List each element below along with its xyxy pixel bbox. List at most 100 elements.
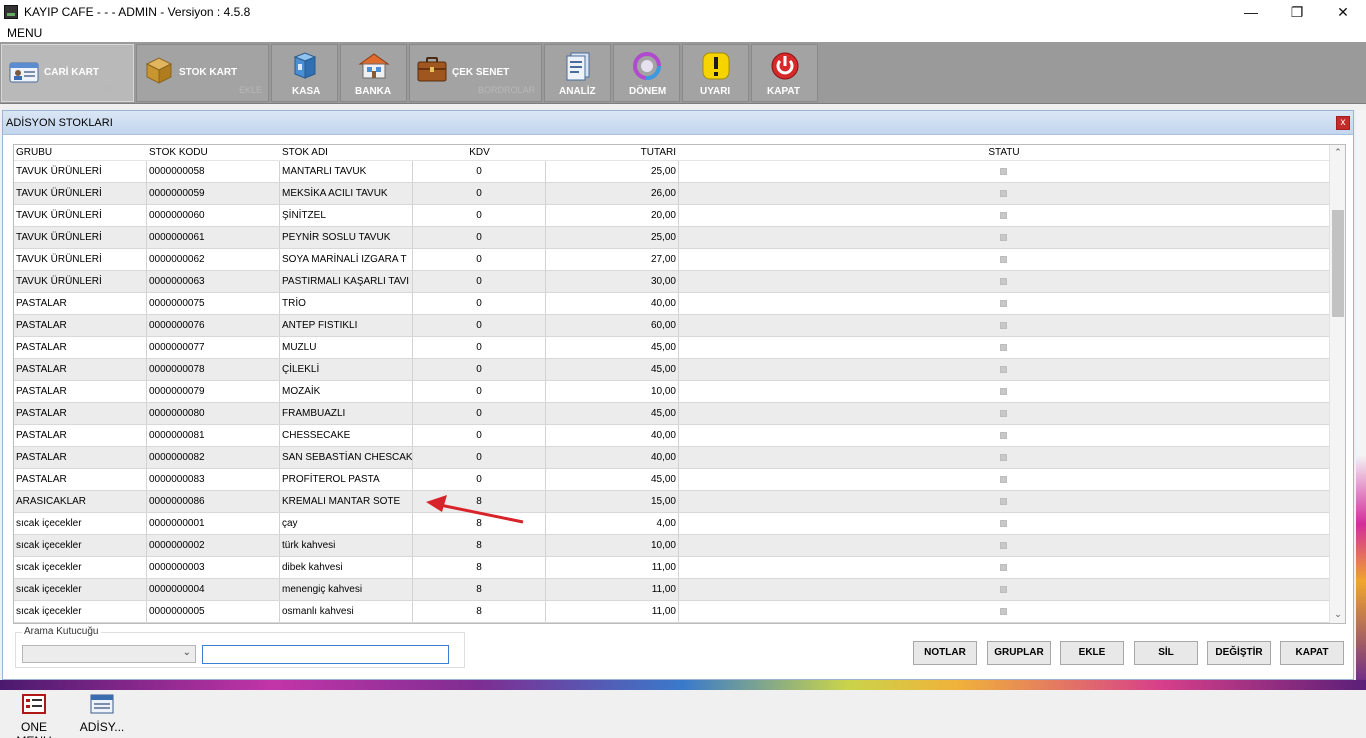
cell-kdv[interactable]: 8 bbox=[413, 513, 546, 534]
cell-grubu[interactable]: TAVUK ÜRÜNLERİ bbox=[14, 161, 147, 182]
cell-tutari[interactable]: 10,00 bbox=[546, 535, 679, 556]
scroll-up-icon[interactable]: ⌃ bbox=[1330, 147, 1345, 158]
cell-grubu[interactable]: PASTALAR bbox=[14, 425, 147, 446]
close-window-button[interactable]: ✕ bbox=[1320, 0, 1366, 24]
cell-kdv[interactable]: 0 bbox=[413, 381, 546, 402]
cell-stok-adi[interactable]: KREMALI MANTAR SOTE bbox=[280, 491, 413, 512]
cell-tutari[interactable]: 11,00 bbox=[546, 579, 679, 600]
scroll-down-icon[interactable]: ⌄ bbox=[1330, 609, 1345, 620]
status-checkbox[interactable] bbox=[1000, 168, 1007, 175]
column-header-stok-kodu[interactable]: STOK KODU bbox=[147, 145, 280, 161]
cell-kdv[interactable]: 0 bbox=[413, 359, 546, 380]
taskbar-item-adisyon[interactable]: ADİSY... bbox=[78, 694, 126, 734]
cell-kdv[interactable]: 0 bbox=[413, 469, 546, 490]
cell-stok-kodu[interactable]: 0000000080 bbox=[147, 403, 280, 424]
toolbar-kapat-button[interactable]: KAPAT bbox=[751, 44, 818, 102]
cell-stok-kodu[interactable]: 0000000002 bbox=[147, 535, 280, 556]
toolbar-cek-senet-button[interactable]: ÇEK SENET BORDROLAR bbox=[409, 44, 542, 102]
cell-kdv[interactable]: 8 bbox=[413, 557, 546, 578]
cell-tutari[interactable]: 40,00 bbox=[546, 425, 679, 446]
cell-grubu[interactable]: sıcak içecekler bbox=[14, 601, 147, 622]
cell-stok-kodu[interactable]: 0000000005 bbox=[147, 601, 280, 622]
toolbar-donem-button[interactable]: DÖNEM bbox=[613, 44, 680, 102]
status-checkbox[interactable] bbox=[1000, 234, 1007, 241]
cell-kdv[interactable]: 0 bbox=[413, 293, 546, 314]
cell-stok-kodu[interactable]: 0000000062 bbox=[147, 249, 280, 270]
status-checkbox[interactable] bbox=[1000, 278, 1007, 285]
cell-stok-kodu[interactable]: 0000000086 bbox=[147, 491, 280, 512]
column-header-tutari[interactable]: TUTARI bbox=[546, 145, 679, 161]
table-row[interactable]: TAVUK ÜRÜNLERİ 0000000063 PASTIRMALI KAŞAR… bbox=[14, 271, 1330, 293]
cell-grubu[interactable]: PASTALAR bbox=[14, 315, 147, 336]
status-checkbox[interactable] bbox=[1000, 542, 1007, 549]
table-row[interactable]: PASTALAR 0000000082 SAN SEBASTİAN CHESCAKI… bbox=[14, 447, 1330, 469]
menu-item-menu[interactable]: MENU bbox=[7, 26, 42, 40]
table-row[interactable]: PASTALAR 0000000081 CHESSECAKE 0 40,00 bbox=[14, 425, 1330, 447]
cell-grubu[interactable]: PASTALAR bbox=[14, 293, 147, 314]
toolbar-stok-kart-button[interactable]: STOK KART EKLE bbox=[136, 44, 269, 102]
cell-kdv[interactable]: 0 bbox=[413, 161, 546, 182]
panel-close-button[interactable]: x bbox=[1336, 116, 1350, 130]
cell-kdv[interactable]: 8 bbox=[413, 579, 546, 600]
cell-kdv[interactable]: 0 bbox=[413, 447, 546, 468]
cell-grubu[interactable]: PASTALAR bbox=[14, 359, 147, 380]
cell-stok-adi[interactable]: osmanlı kahvesi bbox=[280, 601, 413, 622]
cell-stok-kodu[interactable]: 0000000079 bbox=[147, 381, 280, 402]
cell-tutari[interactable]: 26,00 bbox=[546, 183, 679, 204]
status-checkbox[interactable] bbox=[1000, 212, 1007, 219]
cell-kdv[interactable]: 0 bbox=[413, 227, 546, 248]
table-row[interactable]: sıcak içecekler 0000000004 menengiç kahves… bbox=[14, 579, 1330, 601]
column-header-grubu[interactable]: GRUBU bbox=[14, 145, 147, 161]
cell-stok-adi[interactable]: TRİO bbox=[280, 293, 413, 314]
toolbar-cari-kart-button[interactable]: CARİ KART EKLE bbox=[1, 44, 134, 102]
table-row[interactable]: sıcak içecekler 0000000005 osmanlı kahvesi… bbox=[14, 601, 1330, 623]
table-row[interactable]: PASTALAR 0000000078 ÇİLEKLİ 0 45,00 bbox=[14, 359, 1330, 381]
cell-stok-kodu[interactable]: 0000000059 bbox=[147, 183, 280, 204]
toolbar-uyari-button[interactable]: UYARI bbox=[682, 44, 749, 102]
cell-stok-kodu[interactable]: 0000000061 bbox=[147, 227, 280, 248]
cell-tutari[interactable]: 15,00 bbox=[546, 491, 679, 512]
degistir-button[interactable]: DEĞİŞTİR bbox=[1207, 641, 1271, 665]
status-checkbox[interactable] bbox=[1000, 256, 1007, 263]
column-header-stok-adi[interactable]: STOK ADI bbox=[280, 145, 413, 161]
status-checkbox[interactable] bbox=[1000, 322, 1007, 329]
ekle-button[interactable]: EKLE bbox=[1060, 641, 1124, 665]
cell-kdv[interactable]: 8 bbox=[413, 535, 546, 556]
table-row[interactable]: PASTALAR 0000000083 PROFİTEROL PASTA 0 45,00 bbox=[14, 469, 1330, 491]
cell-grubu[interactable]: sıcak içecekler bbox=[14, 513, 147, 534]
status-checkbox[interactable] bbox=[1000, 410, 1007, 417]
status-checkbox[interactable] bbox=[1000, 366, 1007, 373]
status-checkbox[interactable] bbox=[1000, 388, 1007, 395]
status-checkbox[interactable] bbox=[1000, 476, 1007, 483]
cell-grubu[interactable]: PASTALAR bbox=[14, 337, 147, 358]
cell-kdv[interactable]: 0 bbox=[413, 183, 546, 204]
cell-stok-kodu[interactable]: 0000000003 bbox=[147, 557, 280, 578]
grid-vertical-scrollbar[interactable]: ⌃ ⌄ bbox=[1329, 145, 1345, 623]
maximize-button[interactable]: ❐ bbox=[1274, 0, 1320, 24]
minimize-button[interactable]: — bbox=[1228, 0, 1274, 24]
cell-kdv[interactable]: 0 bbox=[413, 337, 546, 358]
table-row[interactable]: TAVUK ÜRÜNLERİ 0000000062 SOYA MARİNALİ IZ… bbox=[14, 249, 1330, 271]
cell-stok-adi[interactable]: MEKSİKA ACILI TAVUK bbox=[280, 183, 413, 204]
cell-grubu[interactable]: sıcak içecekler bbox=[14, 535, 147, 556]
table-row[interactable]: ARASICAKLAR 0000000086 KREMALI MANTAR SOTE… bbox=[14, 491, 1330, 513]
cell-stok-kodu[interactable]: 0000000058 bbox=[147, 161, 280, 182]
cell-stok-adi[interactable]: PASTIRMALI KAŞARLI TAVI bbox=[280, 271, 413, 292]
notlar-button[interactable]: NOTLAR bbox=[913, 641, 977, 665]
cell-stok-kodu[interactable]: 0000000075 bbox=[147, 293, 280, 314]
cell-stok-adi[interactable]: çay bbox=[280, 513, 413, 534]
table-row[interactable]: TAVUK ÜRÜNLERİ 0000000060 ŞİNİTZEL 0 20,00 bbox=[14, 205, 1330, 227]
table-row[interactable]: PASTALAR 0000000079 MOZAİK 0 10,00 bbox=[14, 381, 1330, 403]
cell-stok-adi[interactable]: MANTARLI TAVUK bbox=[280, 161, 413, 182]
cell-tutari[interactable]: 45,00 bbox=[546, 469, 679, 490]
table-row[interactable]: TAVUK ÜRÜNLERİ 0000000061 PEYNİR SOSLU TAV… bbox=[14, 227, 1330, 249]
cell-tutari[interactable]: 11,00 bbox=[546, 557, 679, 578]
search-field-combo[interactable]: ⌄ bbox=[22, 645, 196, 663]
cell-kdv[interactable]: 8 bbox=[413, 491, 546, 512]
toolbar-banka-button[interactable]: BANKA bbox=[340, 44, 407, 102]
sil-button[interactable]: SİL bbox=[1134, 641, 1198, 665]
cell-grubu[interactable]: PASTALAR bbox=[14, 469, 147, 490]
column-header-statu[interactable]: STATU bbox=[679, 145, 1329, 161]
cell-stok-kodu[interactable]: 0000000078 bbox=[147, 359, 280, 380]
cell-stok-adi[interactable]: dibek kahvesi bbox=[280, 557, 413, 578]
